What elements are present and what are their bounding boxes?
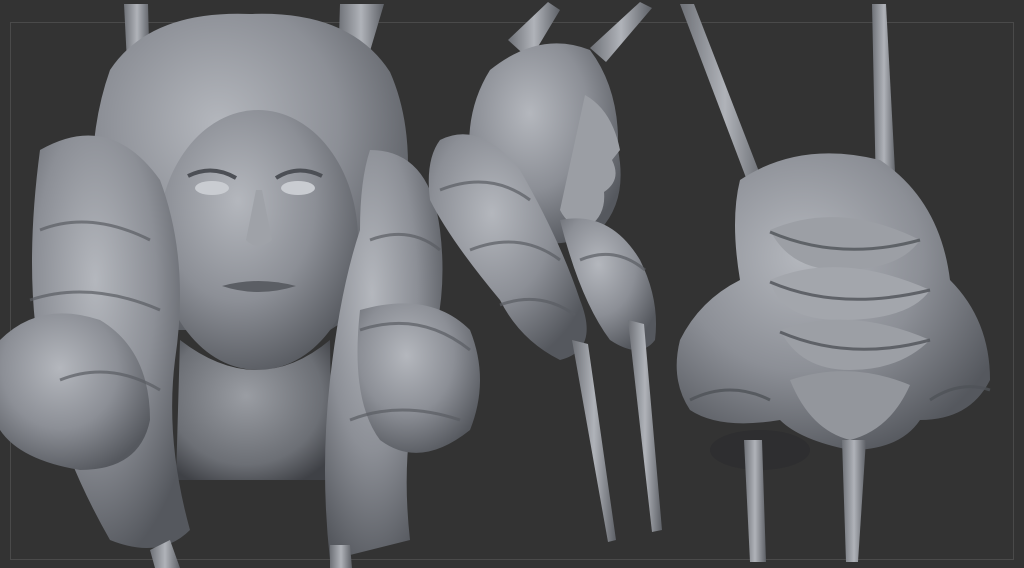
back-view	[676, 4, 991, 562]
sculpt-render	[0, 2, 991, 568]
front-view	[0, 4, 480, 568]
side-spike-left	[572, 340, 616, 542]
side-spike-right	[628, 320, 662, 532]
left-eye	[195, 181, 229, 195]
side-view	[428, 2, 662, 542]
right-eye	[281, 181, 315, 195]
sculpt-canvas	[0, 0, 1024, 568]
back-spike-right	[842, 440, 866, 562]
side-horn-front	[590, 2, 652, 62]
